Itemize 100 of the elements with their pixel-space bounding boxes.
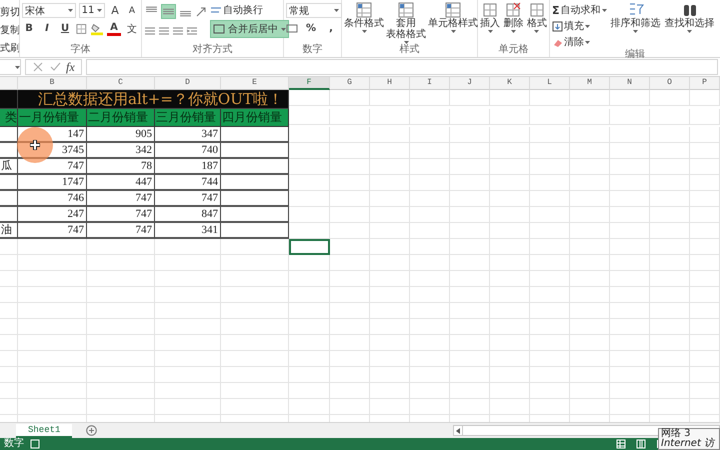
empty-cell	[490, 90, 530, 106]
empty-cell	[289, 255, 330, 271]
number-style-button[interactable]: %	[304, 21, 318, 36]
empty-cell	[690, 90, 720, 106]
font-style-button[interactable]: I	[40, 21, 54, 36]
empty-cell	[330, 109, 370, 125]
number-style-button[interactable]: ,	[324, 21, 338, 36]
formula-input[interactable]	[86, 59, 718, 75]
empty-cell	[155, 383, 221, 399]
column-header[interactable]: E	[221, 77, 289, 90]
phonetic-button[interactable]: 文	[125, 21, 139, 36]
table-cell	[0, 191, 18, 207]
group-label: 编辑	[624, 49, 646, 61]
column-header[interactable]: I	[410, 77, 450, 90]
empty-cell	[221, 287, 289, 303]
column-header[interactable]: C	[87, 77, 155, 90]
empty-cell	[530, 383, 570, 399]
column-header[interactable]: L	[530, 77, 570, 90]
header-cell: 类	[0, 109, 18, 127]
editing-button[interactable]: 清除	[552, 35, 607, 49]
empty-cell	[370, 367, 410, 383]
empty-cell	[570, 159, 610, 175]
font-size-dropdown[interactable]: 11	[78, 3, 105, 18]
empty-cell	[330, 159, 370, 175]
column-header[interactable]: B	[18, 77, 87, 90]
empty-cell	[221, 367, 289, 383]
empty-cell	[450, 351, 490, 367]
style-button[interactable]: 套用 表格格式	[386, 2, 426, 44]
empty-cell	[690, 319, 720, 335]
table-cell	[221, 143, 289, 159]
sheet-tab[interactable]: Sheet1	[16, 424, 72, 438]
editing-button[interactable]: 填充	[552, 19, 607, 33]
editing-button[interactable]: 排序和筛选	[610, 2, 661, 49]
column-header[interactable]: P	[690, 77, 720, 90]
font-color-button[interactable]: A	[107, 22, 121, 36]
empty-cell	[610, 303, 650, 319]
name-box[interactable]	[0, 59, 21, 75]
editing-button[interactable]: 查找和选择	[664, 2, 715, 49]
empty-cell	[330, 383, 370, 399]
empty-cell	[530, 399, 570, 415]
empty-cell	[289, 271, 330, 287]
caret-icon	[687, 30, 692, 33]
style-button[interactable]: 单元格样式	[428, 2, 478, 44]
grow-font-button[interactable]: A	[108, 3, 122, 18]
empty-cell	[155, 287, 221, 303]
column-header[interactable]: O	[650, 77, 690, 90]
empty-cell	[18, 335, 87, 351]
insert-function-button[interactable]: fx	[66, 60, 75, 74]
empty-cell	[410, 287, 450, 303]
cells-button[interactable]: 删除	[503, 2, 524, 44]
empty-cell	[690, 223, 720, 239]
empty-cell	[490, 207, 530, 223]
empty-cell	[87, 303, 155, 319]
table-cell: 747	[87, 223, 155, 239]
column-header[interactable]: D	[155, 77, 221, 90]
column-header[interactable]: K	[490, 77, 530, 90]
empty-cell	[330, 335, 370, 351]
empty-cell	[610, 159, 650, 175]
font-style-button[interactable]: B	[22, 21, 36, 36]
style-button[interactable]: 条件格式	[344, 2, 384, 44]
empty-cell	[650, 383, 690, 399]
empty-cell	[490, 223, 530, 239]
group-label: 样式	[398, 44, 420, 57]
empty-cell	[530, 351, 570, 367]
shrink-font-button[interactable]: A	[125, 3, 139, 18]
empty-cell	[530, 207, 570, 223]
column-header[interactable]: F	[289, 77, 330, 90]
add-sheet-icon[interactable]	[86, 425, 98, 436]
group-label: 数字	[302, 44, 324, 57]
table-cell: 342	[87, 143, 155, 159]
merge-center-button[interactable]: 合并后居中	[210, 20, 289, 38]
editing-button[interactable]: Σ 自动求和	[552, 3, 607, 17]
table-cell: 341	[155, 223, 221, 239]
column-header[interactable]: H	[370, 77, 410, 90]
clipboard-button[interactable]: 复制	[0, 23, 17, 37]
font-name-dropdown[interactable]: 宋体	[22, 3, 76, 18]
cells-button[interactable]: 格式	[526, 2, 547, 44]
column-header[interactable]: M	[570, 77, 610, 90]
column-header[interactable]: J	[450, 77, 490, 90]
fill-bucket-icon	[90, 22, 103, 36]
font-style-button[interactable]: U	[58, 21, 72, 36]
scroll-left-icon	[456, 428, 460, 434]
clipboard-button[interactable]: 剪切	[0, 5, 17, 19]
number-format-dropdown[interactable]: 常规	[286, 3, 342, 18]
empty-cell	[610, 271, 650, 287]
selected-cell[interactable]	[289, 239, 330, 255]
empty-cell	[410, 109, 450, 125]
column-header[interactable]: G	[330, 77, 370, 90]
empty-cell	[610, 191, 650, 207]
cells-button[interactable]: 插入	[480, 2, 500, 44]
column-header[interactable]: N	[610, 77, 650, 90]
wrap-text-button[interactable]: 自动换行	[210, 3, 289, 17]
empty-cell	[289, 383, 330, 399]
empty-cell	[450, 175, 490, 191]
empty-cell	[650, 159, 690, 175]
vertical-align-button[interactable]	[161, 4, 176, 19]
empty-cell	[410, 143, 450, 159]
empty-cell	[690, 303, 720, 319]
empty-cell	[87, 383, 155, 399]
empty-cell	[530, 335, 570, 351]
